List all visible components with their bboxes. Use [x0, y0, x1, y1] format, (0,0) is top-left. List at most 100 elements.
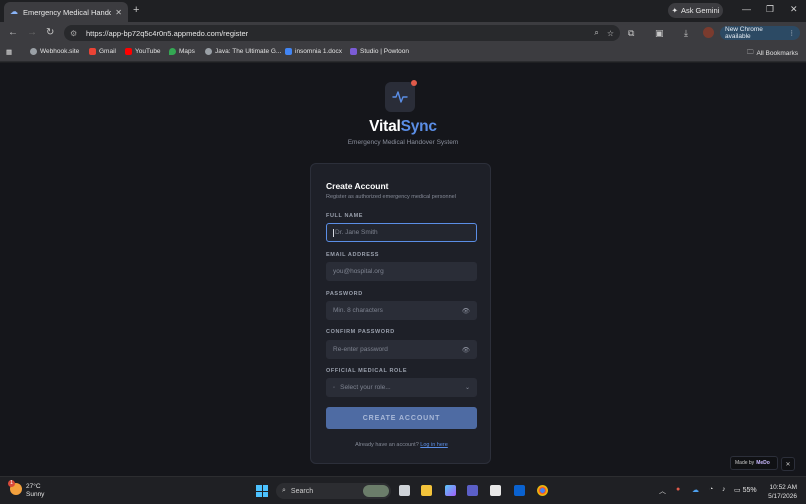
confirm-password-input[interactable]: Re-enter password 👁 [326, 340, 477, 359]
password-placeholder: Min. 8 characters [333, 307, 383, 314]
extensions-icon[interactable]: ⧉ [628, 28, 634, 39]
address-toolbar: ← → ↻ ⚙ https://app-bp72q5c4r0n5.appmedo… [0, 22, 806, 44]
site-info-icon[interactable]: ⚙ [70, 29, 80, 38]
bookmark-webhook[interactable]: Webhook.site [30, 48, 79, 55]
password-label: PASSWORD [326, 291, 363, 297]
bookmark-java[interactable]: Java: The Ultimate G... [205, 48, 281, 55]
webhook-icon [30, 48, 37, 55]
update-label: New Chrome available [725, 26, 763, 40]
create-account-button[interactable]: CREATE ACCOUNT [326, 407, 477, 429]
search-icon: ⌕ [282, 487, 286, 494]
brand-subtitle: Emergency Medical Handover System [347, 139, 459, 146]
bookmark-powtoon[interactable]: Studio | Powtoon [350, 48, 409, 55]
bookmark-maps[interactable]: Maps [169, 48, 195, 55]
full-name-label: FULL NAME [326, 213, 364, 219]
task-view-icon[interactable] [399, 485, 410, 496]
copilot-icon[interactable] [445, 485, 456, 496]
apps-grid-icon[interactable]: ▦ [6, 48, 12, 56]
register-card: Create Account Register as authorized em… [310, 163, 491, 464]
address-bar[interactable]: ⚙ https://app-bp72q5c4r0n5.appmedo.com/r… [64, 25, 620, 41]
login-prompt: Already have an account? Log in here [355, 442, 448, 448]
store-icon[interactable] [490, 485, 501, 496]
browser-tab-strip: ☁ Emergency Medical Handover ✕ + ✦ Ask G… [0, 0, 806, 22]
bookmark-star-icon[interactable]: ☆ [607, 29, 614, 38]
tab-close-icon[interactable]: ✕ [115, 8, 122, 17]
new-tab-button[interactable]: + [133, 4, 139, 16]
email-label: EMAIL ADDRESS [326, 252, 380, 258]
battery-indicator[interactable]: ▭ 55% [734, 486, 757, 494]
role-placeholder: Select your role... [340, 384, 391, 391]
gemini-sparkle-icon: ✦ [671, 6, 678, 15]
battery-percent: 55% [742, 487, 757, 494]
teams-icon[interactable] [467, 485, 478, 496]
email-placeholder: you@hospital.org [333, 268, 384, 275]
minimize-icon[interactable]: — [742, 4, 751, 14]
show-password-eye-icon[interactable]: 👁 [462, 307, 470, 315]
more-menu-icon[interactable]: ⋮ [789, 29, 796, 37]
medo-brand: MeDo [756, 460, 770, 466]
bookmark-insomnia-doc[interactable]: insomnia 1.docx [285, 48, 342, 55]
bookmark-gmail[interactable]: Gmail [89, 48, 116, 55]
restore-icon[interactable]: ❐ [766, 4, 774, 15]
role-label: OFFICIAL MEDICAL ROLE [326, 368, 408, 374]
wifi-icon[interactable]: ◔ [709, 486, 713, 493]
dropbox-icon[interactable] [514, 485, 525, 496]
word-doc-icon [285, 48, 292, 55]
login-link[interactable]: Log in here [420, 442, 448, 448]
volume-icon[interactable]: ♪ [722, 486, 726, 493]
badge-close-icon[interactable]: ✕ [781, 457, 795, 471]
tray-app-icon[interactable]: ● [676, 486, 680, 493]
confirm-password-placeholder: Re-enter password [333, 346, 388, 353]
brand-name: VitalSync [369, 118, 437, 135]
full-name-placeholder: Dr. Jane Smith [335, 229, 378, 236]
logo-status-dot [411, 80, 417, 86]
file-explorer-icon[interactable] [421, 485, 432, 496]
folder-icon: 🗀 [747, 49, 754, 56]
forward-arrow-icon[interactable]: → [27, 27, 37, 38]
search-label: Search [290, 487, 314, 495]
temperature: 27°C [26, 483, 41, 490]
window-close-icon[interactable]: ✕ [790, 4, 798, 15]
new-chrome-available-button[interactable]: New Chrome available ⋮ [720, 26, 800, 40]
tab-favicon-icon: ☁ [10, 7, 18, 16]
tab-title: Emergency Medical Handover [23, 7, 112, 17]
bookmarks-bar: ▦ Webhook.site Gmail YouTube Maps Java: … [0, 44, 806, 62]
role-select[interactable]: ◦ Select your role... ⌄ [326, 378, 477, 397]
youtube-icon [125, 48, 132, 55]
profile-avatar[interactable] [703, 27, 714, 38]
taskbar-search[interactable]: ⌕ Search [276, 483, 391, 499]
tray-chevron-icon[interactable]: ︿ [659, 486, 666, 496]
email-input[interactable]: you@hospital.org [326, 262, 477, 281]
reload-icon[interactable]: ↻ [46, 27, 54, 38]
show-confirm-password-eye-icon[interactable]: 👁 [462, 346, 470, 354]
form-subtitle: Register as authorized emergency medical… [326, 194, 456, 200]
made-by-badge[interactable]: Made by MeDo ✕ [730, 456, 795, 471]
windows-taskbar: 1 27°C Sunny ⌕ Search ︿ ● ☁ ◔ ♪ ▭ 55% 10… [0, 476, 806, 504]
chrome-icon[interactable] [537, 485, 548, 496]
full-name-input[interactable]: Dr. Jane Smith [326, 223, 477, 242]
confirm-password-label: CONFIRM PASSWORD [326, 329, 395, 335]
weather-condition: Sunny [26, 491, 45, 498]
system-clock[interactable]: 10:52 AM 5/17/2026 [763, 483, 797, 501]
made-by-label: Made by [735, 460, 755, 466]
clock-date: 5/17/2026 [768, 493, 797, 500]
onedrive-icon[interactable]: ☁ [692, 486, 699, 494]
pulse-icon [392, 91, 408, 103]
windows-start-icon[interactable] [256, 485, 268, 497]
app-logo [385, 80, 417, 112]
powtoon-icon [350, 48, 357, 55]
gmail-icon [89, 48, 96, 55]
download-icon[interactable]: ⤓ [684, 28, 688, 39]
password-input[interactable]: Min. 8 characters 👁 [326, 301, 477, 320]
weather-widget[interactable]: 1 27°C Sunny [8, 480, 45, 499]
clock-time: 10:52 AM [769, 484, 797, 491]
ask-gemini-button[interactable]: ✦ Ask Gemini [668, 3, 723, 18]
ask-gemini-label: Ask Gemini [680, 6, 720, 15]
url-text[interactable]: https://app-bp72q5c4r0n5.appmedo.com/reg… [86, 29, 586, 38]
browser-tab-active[interactable]: ☁ Emergency Medical Handover ✕ [4, 2, 128, 22]
back-arrow-icon[interactable]: ← [8, 27, 18, 38]
zoom-search-icon[interactable]: ⌕ [594, 28, 598, 38]
side-panel-icon[interactable]: ▣ [655, 28, 664, 39]
all-bookmarks[interactable]: 🗀 All Bookmarks [747, 48, 798, 59]
bookmark-youtube[interactable]: YouTube [125, 48, 161, 55]
